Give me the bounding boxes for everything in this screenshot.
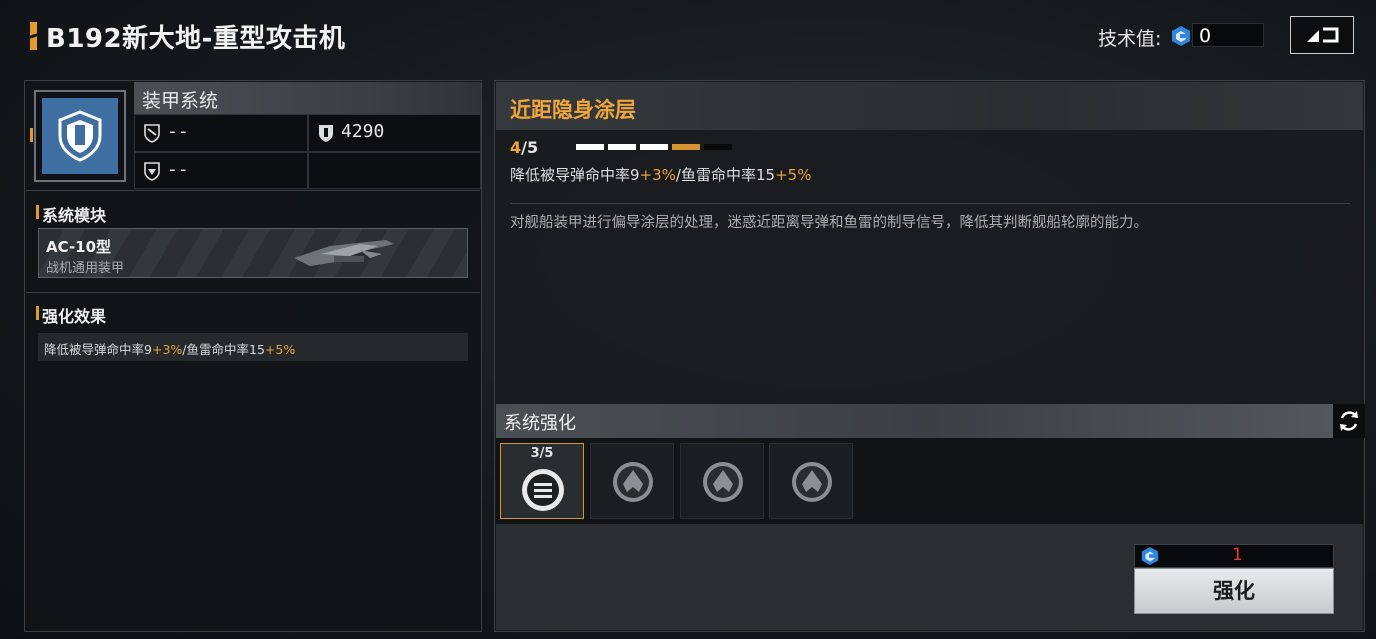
torpedo-armor-icon xyxy=(144,162,160,181)
menu-lines-icon xyxy=(522,469,564,511)
skill-effect-part: 降低被导弹命中率9 xyxy=(510,166,640,184)
refresh-button[interactable] xyxy=(1333,404,1365,438)
effect-bonus: +5% xyxy=(264,342,296,357)
enhance-section-title: 系统强化 xyxy=(504,413,576,434)
shield-icon xyxy=(319,125,333,142)
stat-value: -- xyxy=(167,159,189,180)
stat-missile-armor: -- xyxy=(134,114,308,152)
effect-text-part: 降低被导弹命中率9 xyxy=(44,342,152,357)
back-arrow-icon xyxy=(1307,27,1339,43)
ship-emblem-icon xyxy=(792,462,832,502)
effect-text-part: /鱼雷命中率15 xyxy=(182,342,265,357)
skill-effect: 降低被导弹命中率9+3%/鱼雷命中率15+5% xyxy=(510,164,811,185)
divider xyxy=(26,190,480,191)
level-segment xyxy=(608,144,636,150)
skill-bonus: +5% xyxy=(775,166,812,184)
missile-armor-icon xyxy=(144,124,160,143)
section-marker xyxy=(36,306,39,320)
stat-value: 4290 xyxy=(341,121,385,142)
back-button[interactable] xyxy=(1290,16,1354,54)
enhance-button[interactable]: 强化 xyxy=(1134,568,1334,614)
level-current: 4 xyxy=(510,138,522,157)
armor-selected-marker xyxy=(30,128,33,142)
module-name: AC-10型 xyxy=(46,238,112,256)
divider xyxy=(510,203,1350,204)
level-segment xyxy=(704,144,732,150)
title-accent-mark xyxy=(30,22,37,50)
stat-shield: 4290 xyxy=(308,114,481,152)
stat-torpedo-armor: -- xyxy=(134,152,308,189)
skill-bonus: +3% xyxy=(639,166,676,184)
armor-system-icon xyxy=(42,98,118,174)
level-total: /5 xyxy=(521,138,539,157)
skill-effect-part: /鱼雷命中率15 xyxy=(675,166,776,184)
tech-value-label: 技术值: xyxy=(1098,28,1162,50)
skill-title: 近距隐身涂层 xyxy=(510,98,636,122)
stat-value: -- xyxy=(167,121,189,142)
slot-count: 3/5 xyxy=(530,446,554,461)
tech-value-display: 0 xyxy=(1192,23,1264,47)
effect-section-title: 强化效果 xyxy=(42,307,107,326)
divider xyxy=(26,292,480,293)
refresh-icon xyxy=(1340,411,1358,431)
enhance-slot-1[interactable]: 3/5 xyxy=(500,443,584,519)
enhance-slot-4[interactable] xyxy=(769,443,853,519)
cost-value: 1 xyxy=(1232,545,1243,565)
skill-level: 4/5 xyxy=(510,138,538,157)
armor-system-name: 装甲系统 xyxy=(142,90,219,112)
fighter-jet-image xyxy=(294,240,394,266)
page-title: B192新大地-重型攻击机 xyxy=(46,24,346,54)
module-subtitle: 战机通用装甲 xyxy=(46,261,125,276)
section-marker xyxy=(36,205,39,219)
level-segment xyxy=(640,144,668,150)
level-segment xyxy=(576,144,604,150)
ship-emblem-icon xyxy=(613,462,653,502)
skill-description: 对舰船装甲进行偏导涂层的处理，迷惑近距离导弹和鱼雷的制导信号，降低其判断舰船轮廓… xyxy=(510,215,1148,231)
stat-empty xyxy=(308,152,481,189)
enhance-slot-2[interactable] xyxy=(590,443,674,519)
ship-emblem-icon xyxy=(703,462,743,502)
tech-point-icon xyxy=(1171,25,1191,47)
enhance-section-bar xyxy=(496,404,1363,438)
module-section-title: 系统模块 xyxy=(42,206,107,225)
tech-point-icon xyxy=(1141,547,1159,565)
effect-text: 降低被导弹命中率9+3%/鱼雷命中率15+5% xyxy=(44,339,295,358)
level-segment xyxy=(672,144,700,150)
enhance-slot-3[interactable] xyxy=(680,443,764,519)
effect-bonus: +3% xyxy=(151,342,183,357)
